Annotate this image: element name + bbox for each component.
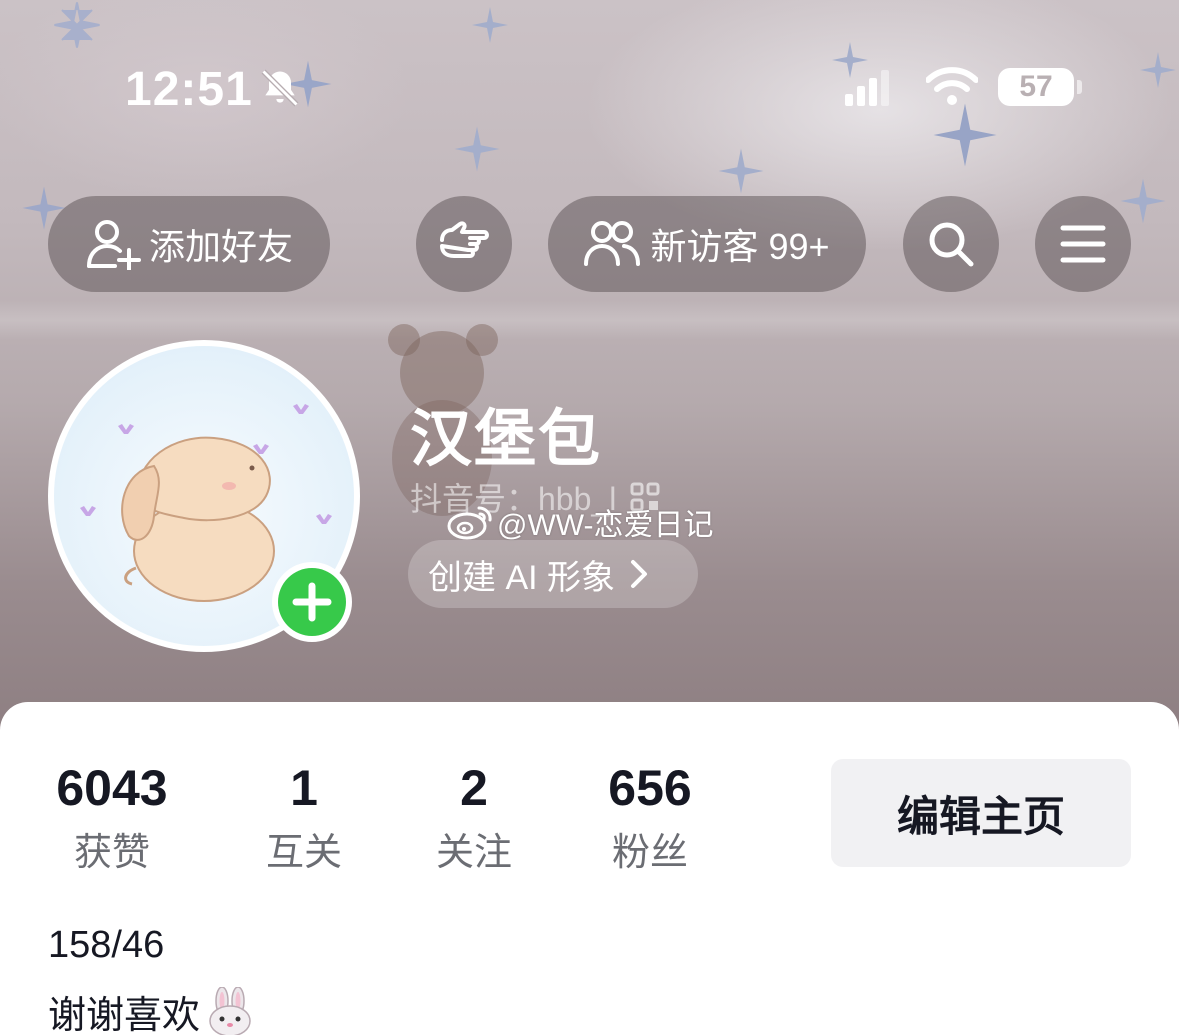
decorative-star-icon — [933, 103, 997, 167]
decorative-star-icon — [454, 126, 500, 172]
weibo-logo-icon — [447, 506, 492, 540]
rabbit-face-icon — [209, 986, 251, 1035]
share-profile-button[interactable] — [416, 196, 512, 292]
add-friend-button[interactable]: 添加好友 — [48, 196, 330, 292]
decorative-star-icon — [1140, 52, 1176, 88]
create-ai-label: 创建 AI 形象 — [428, 558, 616, 597]
create-ai-avatar-button[interactable]: 创建 AI 形象 — [408, 540, 698, 608]
stat-following[interactable]: 2 关注 — [424, 758, 524, 878]
edit-profile-button[interactable]: 编辑主页 — [831, 759, 1131, 867]
battery-tip — [1077, 80, 1082, 94]
stat-mutual-label: 互关 — [265, 832, 342, 874]
watermark-text: @WW-恋爱日记 — [497, 509, 714, 542]
stat-fans-label: 粉丝 — [611, 832, 688, 874]
new-visitors-label: 新访客 99+ — [650, 226, 830, 267]
stat-likes-label: 获赞 — [73, 832, 150, 874]
bell-muted-icon — [261, 69, 299, 107]
bio-line-2-text: 谢谢喜欢 — [48, 995, 201, 1035]
stat-mutual-value: 1 — [290, 760, 318, 816]
stat-likes[interactable]: 6043 获赞 — [44, 758, 180, 878]
visitors-icon — [584, 221, 641, 266]
decorative-star-icon — [718, 148, 764, 194]
profile-nickname: 汉堡包 — [410, 405, 603, 474]
bio-line-2: 谢谢喜欢 — [48, 984, 254, 1035]
cellular-signal-icon — [845, 70, 889, 106]
stat-likes-value: 6043 — [56, 760, 168, 816]
cover-horizon-glow — [0, 300, 1179, 340]
weibo-watermark: @WW-恋爱日记 — [447, 500, 714, 544]
wifi-icon — [926, 67, 978, 105]
decorative-star-icon — [472, 7, 508, 43]
stat-following-label: 关注 — [435, 832, 512, 874]
battery-level: 57 — [998, 68, 1074, 106]
stat-fans[interactable]: 656 粉丝 — [596, 758, 704, 878]
hamburger-menu-icon — [1060, 225, 1106, 263]
status-bar-time: 12:51 — [125, 63, 253, 116]
search-button[interactable] — [903, 196, 999, 292]
avatar-add-story-button[interactable] — [272, 562, 352, 642]
decorative-star-icon — [54, 2, 100, 48]
pointing-hand-icon — [440, 221, 489, 258]
stat-fans-value: 656 — [608, 760, 692, 816]
chevron-right-icon — [631, 560, 648, 588]
stat-mutual-follow[interactable]: 1 互关 — [256, 758, 352, 878]
search-icon — [929, 222, 974, 267]
bio-line-1: 158/46 — [48, 924, 165, 966]
plus-icon — [292, 582, 332, 622]
new-visitors-button[interactable]: 新访客 99+ — [548, 196, 866, 292]
decorative-star-icon — [1120, 178, 1166, 224]
add-friend-label: 添加好友 — [148, 226, 293, 267]
stat-following-value: 2 — [460, 760, 488, 816]
menu-button[interactable] — [1035, 196, 1131, 292]
add-user-icon — [86, 220, 141, 270]
